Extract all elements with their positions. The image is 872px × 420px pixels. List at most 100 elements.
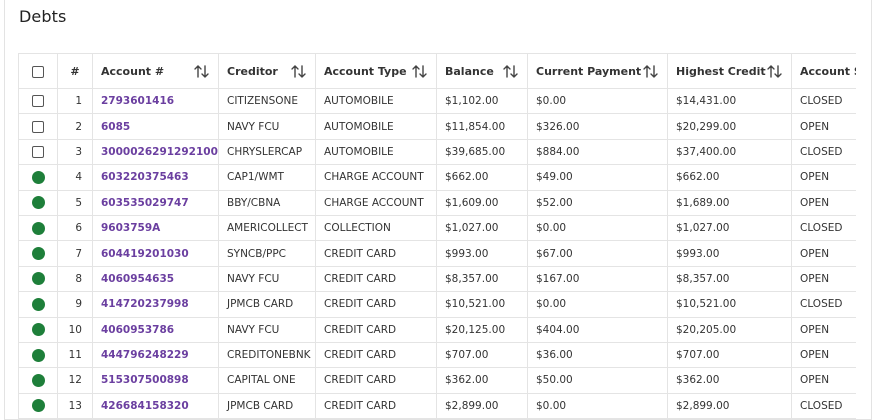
table-row[interactable]: 11 444796248229 CREDITONEBNK CREDIT CARD $70… (18, 341, 856, 369)
table-row[interactable]: 9 414720237998 JPMCB CARD CREDIT CARD $10,52… (18, 291, 856, 318)
cell-text: $11,854.00 (445, 120, 506, 133)
cell-creditor: NAVY FCU (218, 265, 316, 293)
sort-arrows-icon[interactable] (193, 63, 210, 80)
row-marker-cell (18, 291, 58, 318)
cell-type: CHARGE ACCOUNT (315, 189, 437, 216)
cell-status: OPEN (791, 341, 856, 369)
row-select-checkbox[interactable] (32, 95, 44, 108)
cell-text: $167.00 (536, 272, 580, 285)
column-header-label: Account # (101, 64, 165, 78)
cell-account: 444796248229 (92, 341, 219, 369)
row-select-checkbox[interactable] (32, 120, 44, 133)
table-row[interactable]: 8 4060954635 NAVY FCU CREDIT CARD $8,357.00 $… (18, 265, 856, 293)
column-header-label: Creditor (227, 64, 278, 78)
account-number-link[interactable]: 444796248229 (101, 349, 189, 361)
account-number-link[interactable]: 603535029747 (101, 197, 189, 209)
debts-card: Debts # Account # Creditor Account Type B (4, 0, 872, 420)
cell-creditor: CREDITONEBNK (218, 341, 316, 369)
cell-text: $39,685.00 (445, 145, 506, 158)
cell-text: CHARGE ACCOUNT (324, 196, 424, 209)
row-marker-cell (18, 113, 58, 140)
cell-creditor: NAVY FCU (218, 113, 316, 140)
cell-text: $37,400.00 (676, 145, 737, 158)
cell-num: 13 (57, 392, 93, 420)
column-header-num: # (57, 53, 93, 89)
table-row[interactable]: 5 603535029747 BBY/CBNA CHARGE ACCOUNT $1,60… (18, 189, 856, 216)
cell-num: 9 (57, 291, 93, 318)
cell-text: $1,027.00 (445, 222, 499, 235)
debts-table-container[interactable]: # Account # Creditor Account Type Balance Cur… (18, 53, 856, 420)
cell-creditor: SYNCB/PPC (218, 240, 316, 267)
table-row[interactable]: 4 603220375463 CAP1/WMT CHARGE ACCOUNT $662.… (18, 164, 856, 191)
table-row[interactable]: 12 515307500898 CAPITAL ONE CREDIT CARD $362… (18, 367, 856, 394)
cell-text: $2,899.00 (445, 399, 499, 412)
cell-creditor: NAVY FCU (218, 316, 316, 343)
column-header-creditor[interactable]: Creditor (218, 53, 316, 89)
table-row[interactable]: 7 604419201030 SYNCB/PPC CREDIT CARD $993.00… (18, 240, 856, 267)
table-row[interactable]: 6 9603759A AMERICOLLECT COLLECTION $1,027.00… (18, 214, 856, 242)
cell-creditor: CAP1/WMT (218, 164, 316, 191)
cell-high: $2,899.00 (667, 392, 792, 420)
table-row[interactable]: 2 6085 NAVY FCU AUTOMOBILE $11,854.00 $326.00… (18, 113, 856, 140)
column-header-content: Current Payment (536, 63, 659, 80)
table-body: 1 2793601416 CITIZENSONE AUTOMOBILE $1,102.0… (18, 87, 856, 420)
account-number-link[interactable]: 603220375463 (101, 171, 189, 183)
column-header-balance[interactable]: Balance (436, 53, 528, 89)
select-all-checkbox[interactable] (32, 65, 44, 78)
cell-type: CREDIT CARD (315, 367, 437, 394)
cell-text: $20,205.00 (676, 323, 737, 336)
row-marker-cell (18, 367, 58, 394)
cell-text: 9 (75, 298, 82, 311)
cell-status: OPEN (791, 367, 856, 394)
table-row[interactable]: 10 4060953786 NAVY FCU CREDIT CARD $20,125.0… (18, 316, 856, 343)
column-header-type[interactable]: Account Type (315, 53, 437, 89)
account-number-link[interactable]: 426684158320 (101, 400, 189, 412)
table-row[interactable]: 13 426684158320 JPMCB CARD CREDIT CARD $2,89… (18, 392, 856, 420)
sort-arrows-icon[interactable] (642, 63, 659, 80)
row-marker-cell (18, 265, 58, 293)
row-select-checkbox[interactable] (32, 145, 44, 158)
cell-high: $10,521.00 (667, 291, 792, 318)
cell-text: OPEN (800, 247, 830, 260)
sort-arrows-icon[interactable] (290, 63, 307, 80)
sort-arrows-icon[interactable] (411, 63, 428, 80)
account-number-link[interactable]: 30000262912921000 (101, 146, 218, 158)
account-number-link[interactable]: 6085 (101, 121, 130, 133)
cell-payment: $0.00 (527, 291, 668, 318)
account-number-link[interactable]: 4060954635 (101, 273, 174, 285)
cell-text: $8,357.00 (676, 272, 730, 285)
account-number-link[interactable]: 515307500898 (101, 374, 189, 386)
cell-text: $10,521.00 (445, 298, 506, 311)
sort-arrows-icon[interactable] (502, 63, 519, 80)
cell-text: $0.00 (536, 298, 567, 311)
cell-balance: $362.00 (436, 367, 528, 394)
cell-status: CLOSED (791, 87, 856, 115)
table-row[interactable]: 1 2793601416 CITIZENSONE AUTOMOBILE $1,102.0… (18, 87, 856, 115)
cell-payment: $167.00 (527, 265, 668, 293)
column-header-content: # (59, 65, 92, 78)
account-number-link[interactable]: 414720237998 (101, 298, 189, 310)
column-header-payment[interactable]: Current Payment (527, 53, 668, 89)
cell-text: CLOSED (800, 95, 843, 108)
cell-text: $362.00 (676, 374, 720, 387)
cell-creditor: CITIZENSONE (218, 87, 316, 115)
column-header-account[interactable]: Account # (92, 53, 219, 89)
account-number-link[interactable]: 9603759A (101, 222, 160, 234)
account-number-link[interactable]: 2793601416 (101, 95, 174, 107)
cell-text: CHRYSLERCAP (227, 145, 303, 158)
sort-arrows-icon[interactable] (766, 63, 783, 80)
cell-account: 4060953786 (92, 316, 219, 343)
row-marker-cell (18, 341, 58, 369)
cell-num: 5 (57, 189, 93, 216)
cell-status: CLOSED (791, 392, 856, 420)
table-row[interactable]: 3 30000262912921000 CHRYSLERCAP AUTOMOBILE $… (18, 138, 856, 166)
cell-text: OPEN (800, 349, 830, 362)
cell-text: COLLECTION (324, 222, 391, 235)
account-number-link[interactable]: 604419201030 (101, 248, 189, 260)
account-number-link[interactable]: 4060953786 (101, 324, 174, 336)
cell-high: $37,400.00 (667, 138, 792, 166)
cell-creditor: AMERICOLLECT (218, 214, 316, 242)
cell-text: 3 (75, 145, 82, 158)
cell-payment: $326.00 (527, 113, 668, 140)
column-header-high[interactable]: Highest Credit (667, 53, 792, 89)
